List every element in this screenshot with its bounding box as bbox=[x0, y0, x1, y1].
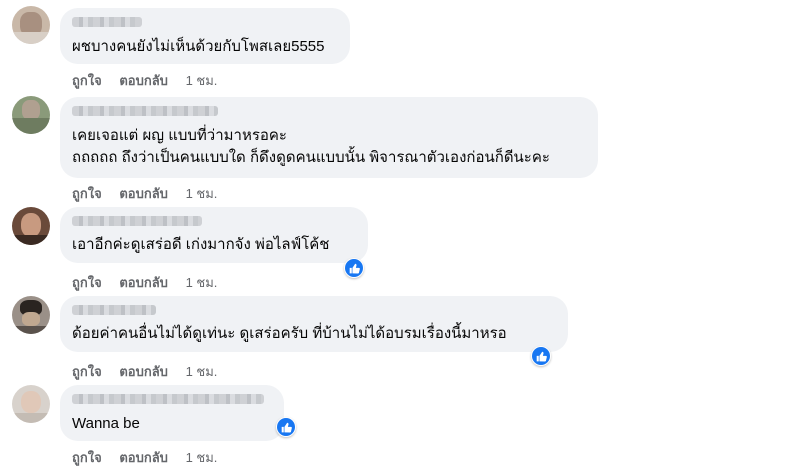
reaction-badge[interactable] bbox=[276, 417, 296, 437]
timestamp[interactable]: 1 ชม. bbox=[186, 70, 218, 91]
timestamp[interactable]: 1 ชม. bbox=[186, 183, 218, 204]
comment-text: ถถถถถ ถึงว่าเป็นคนแบบใด ก็ดึงดูดคนแบบนั้… bbox=[72, 149, 550, 166]
comment-text: เคยเจอแต่ ผญ แบบที่ว่ามาหรอคะ bbox=[72, 127, 287, 144]
author-name-blurred[interactable] bbox=[72, 106, 218, 116]
timestamp[interactable]: 1 ชม. bbox=[186, 272, 218, 293]
avatar[interactable] bbox=[12, 6, 50, 44]
comment-bubble: ด้อยค่าคนอื่นไม่ได้ดูเท่นะ ดูเสร่อครับ ท… bbox=[60, 296, 568, 352]
like-link[interactable]: ถูกใจ bbox=[72, 272, 102, 293]
comment-actions: ถูกใจ ตอบกลับ 1 ชม. bbox=[72, 70, 231, 91]
like-link[interactable]: ถูกใจ bbox=[72, 70, 102, 91]
reply-link[interactable]: ตอบกลับ bbox=[119, 70, 168, 91]
author-name-blurred[interactable] bbox=[72, 305, 156, 315]
comment-actions: ถูกใจ ตอบกลับ 1 ชม. bbox=[72, 447, 231, 468]
comment-bubble: Wanna be bbox=[60, 385, 284, 441]
reply-link[interactable]: ตอบกลับ bbox=[119, 447, 168, 468]
comment-actions: ถูกใจ ตอบกลับ 1 ชม. bbox=[72, 361, 231, 382]
reply-link[interactable]: ตอบกลับ bbox=[119, 361, 168, 382]
timestamp[interactable]: 1 ชม. bbox=[186, 361, 218, 382]
avatar[interactable] bbox=[12, 296, 50, 334]
comment-text: Wanna be bbox=[72, 415, 140, 432]
comment-bubble: เคยเจอแต่ ผญ แบบที่ว่ามาหรอคะ ถถถถถ ถึงว… bbox=[60, 97, 598, 178]
comment-text: ผชบางคนยังไม่เห็นด้วยกับโพสเลย5555 bbox=[72, 38, 325, 55]
reaction-badge[interactable] bbox=[344, 258, 364, 278]
author-name-blurred[interactable] bbox=[72, 17, 142, 27]
like-link[interactable]: ถูกใจ bbox=[72, 447, 102, 468]
thumbs-up-icon bbox=[532, 347, 550, 365]
avatar[interactable] bbox=[12, 207, 50, 245]
comment-actions: ถูกใจ ตอบกลับ 1 ชม. bbox=[72, 272, 231, 293]
thumbs-up-icon bbox=[277, 418, 295, 436]
reaction-badge[interactable] bbox=[531, 346, 551, 366]
like-link[interactable]: ถูกใจ bbox=[72, 361, 102, 382]
author-name-blurred[interactable] bbox=[72, 394, 264, 404]
author-name-blurred[interactable] bbox=[72, 216, 202, 226]
reply-link[interactable]: ตอบกลับ bbox=[119, 272, 168, 293]
avatar[interactable] bbox=[12, 385, 50, 423]
comment-bubble: เอาอีกค่ะดูเสร่อดี เก่งมากจัง พ่อไลฟ์โค้… bbox=[60, 207, 368, 263]
avatar[interactable] bbox=[12, 96, 50, 134]
comment-text: เอาอีกค่ะดูเสร่อดี เก่งมากจัง พ่อไลฟ์โค้… bbox=[72, 236, 330, 253]
reply-link[interactable]: ตอบกลับ bbox=[119, 183, 168, 204]
comment-text: ด้อยค่าคนอื่นไม่ได้ดูเท่นะ ดูเสร่อครับ ท… bbox=[72, 325, 507, 342]
comment-actions: ถูกใจ ตอบกลับ 1 ชม. bbox=[72, 183, 231, 204]
timestamp[interactable]: 1 ชม. bbox=[186, 447, 218, 468]
comment-bubble: ผชบางคนยังไม่เห็นด้วยกับโพสเลย5555 bbox=[60, 8, 350, 64]
like-link[interactable]: ถูกใจ bbox=[72, 183, 102, 204]
thumbs-up-icon bbox=[345, 259, 363, 277]
